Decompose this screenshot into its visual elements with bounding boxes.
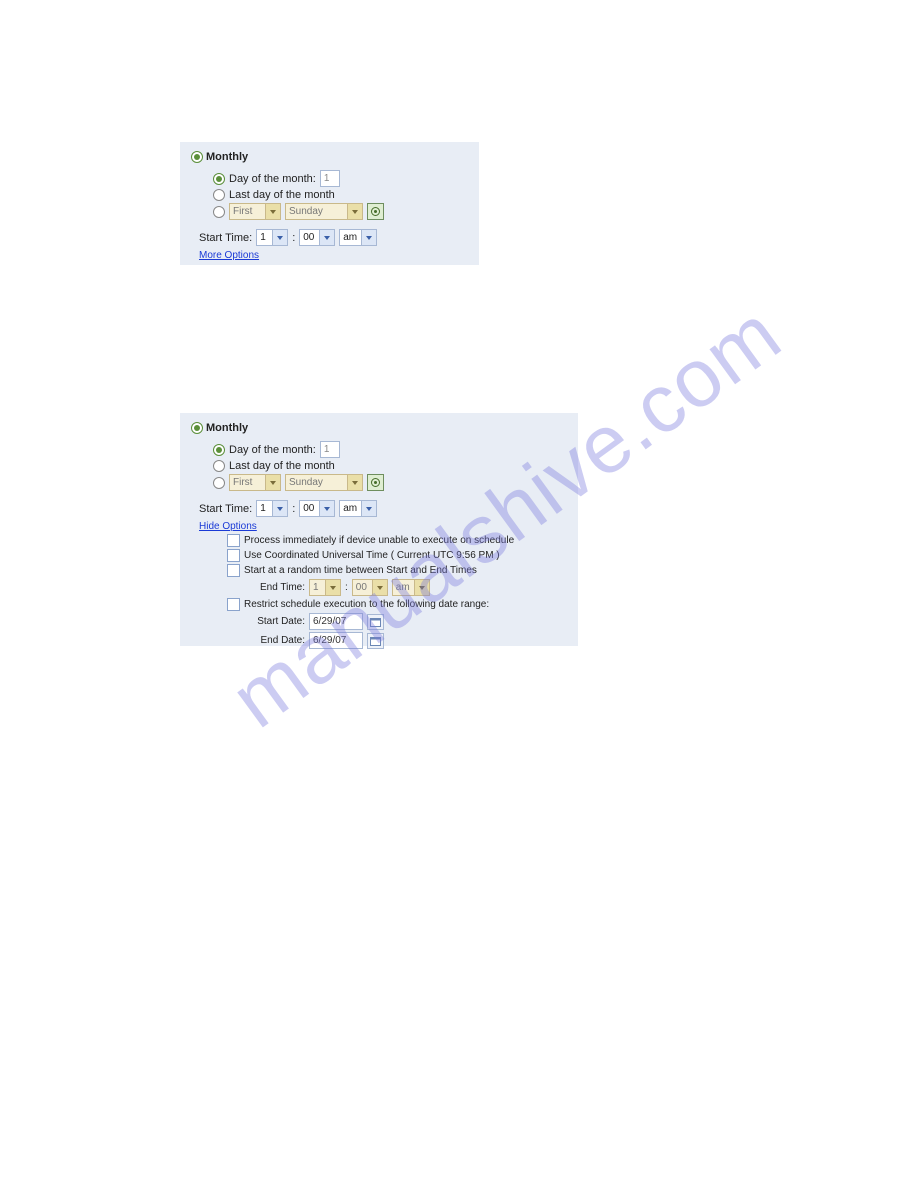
more-options-link[interactable]: More Options (199, 250, 259, 261)
panel-header: Monthly (191, 151, 468, 163)
monthly-radio[interactable] (191, 151, 203, 163)
chevron-down-icon (372, 580, 387, 595)
process-immediately-label: Process immediately if device unable to … (244, 535, 514, 546)
chevron-down-icon (272, 230, 287, 245)
hide-options-link[interactable]: Hide Options (199, 521, 257, 532)
end-date-row: End Date: 6/29/07 (249, 632, 567, 649)
minute-select[interactable]: 00 (299, 229, 335, 246)
use-utc-label: Use Coordinated Universal Time ( Current… (244, 550, 500, 561)
end-hour-select[interactable]: 1 (309, 579, 341, 596)
restrict-range-label: Restrict schedule execution to the follo… (244, 599, 489, 610)
ordinal-select[interactable]: First (229, 474, 281, 491)
chevron-down-icon (325, 580, 340, 595)
start-date-input[interactable]: 6/29/07 (309, 613, 363, 630)
last-day-row: Last day of the month (213, 460, 567, 472)
ordinal-day-row: First Sunday (213, 474, 567, 491)
chevron-down-icon (272, 501, 287, 516)
calendar-icon[interactable] (367, 614, 384, 630)
process-immediately-checkbox[interactable] (227, 534, 240, 547)
use-utc-row: Use Coordinated Universal Time ( Current… (227, 549, 567, 562)
weekday-select[interactable]: Sunday (285, 203, 363, 220)
last-day-label: Last day of the month (229, 460, 335, 472)
chevron-down-icon (265, 475, 280, 490)
chevron-down-icon (319, 501, 334, 516)
day-of-month-row: Day of the month: 1 (213, 170, 468, 187)
day-of-month-radio[interactable] (213, 173, 225, 185)
day-of-month-label: Day of the month: (229, 173, 316, 185)
start-date-row: Start Date: 6/29/07 (249, 613, 567, 630)
hour-select[interactable]: 1 (256, 500, 288, 517)
ordinal-day-row: First Sunday (213, 203, 468, 220)
ordinal-radio[interactable] (213, 206, 225, 218)
chevron-down-icon (319, 230, 334, 245)
end-ampm-select[interactable]: am (392, 579, 430, 596)
random-time-checkbox[interactable] (227, 564, 240, 577)
minute-select[interactable]: 00 (299, 500, 335, 517)
monthly-schedule-panel-collapsed: Monthly Day of the month: 1 Last day of … (180, 142, 479, 265)
hour-select[interactable]: 1 (256, 229, 288, 246)
restrict-range-checkbox[interactable] (227, 598, 240, 611)
process-immediately-row: Process immediately if device unable to … (227, 534, 567, 547)
random-time-row: Start at a random time between Start and… (227, 564, 567, 577)
use-utc-checkbox[interactable] (227, 549, 240, 562)
monthly-schedule-panel-expanded: Monthly Day of the month: 1 Last day of … (180, 413, 578, 646)
end-date-input[interactable]: 6/29/07 (309, 632, 363, 649)
ampm-select[interactable]: am (339, 229, 377, 246)
chevron-down-icon (361, 230, 376, 245)
ordinal-select[interactable]: First (229, 203, 281, 220)
panel-header: Monthly (191, 422, 567, 434)
end-minute-select[interactable]: 00 (352, 579, 388, 596)
calendar-icon[interactable] (367, 633, 384, 649)
day-of-month-radio[interactable] (213, 444, 225, 456)
weekday-select[interactable]: Sunday (285, 474, 363, 491)
chevron-down-icon (265, 204, 280, 219)
monthly-radio[interactable] (191, 422, 203, 434)
start-time-row: Start Time: 1 : 00 am (199, 500, 567, 517)
day-of-month-input[interactable]: 1 (320, 441, 340, 458)
last-day-label: Last day of the month (229, 189, 335, 201)
chevron-down-icon (347, 475, 362, 490)
last-day-radio[interactable] (213, 189, 225, 201)
chevron-down-icon (414, 580, 429, 595)
last-day-radio[interactable] (213, 460, 225, 472)
start-time-label: Start Time: (199, 232, 252, 244)
end-date-label: End Date: (249, 635, 305, 646)
target-icon[interactable] (367, 474, 384, 491)
restrict-range-row: Restrict schedule execution to the follo… (227, 598, 567, 611)
time-colon: : (345, 582, 348, 593)
end-time-row: End Time: 1 : 00 am (249, 579, 567, 596)
random-time-label: Start at a random time between Start and… (244, 565, 477, 576)
ampm-select[interactable]: am (339, 500, 377, 517)
panel-title: Monthly (206, 422, 248, 434)
day-of-month-label: Day of the month: (229, 444, 316, 456)
day-of-month-row: Day of the month: 1 (213, 441, 567, 458)
chevron-down-icon (347, 204, 362, 219)
target-icon[interactable] (367, 203, 384, 220)
start-time-row: Start Time: 1 : 00 am (199, 229, 468, 246)
start-date-label: Start Date: (249, 616, 305, 627)
day-of-month-input[interactable]: 1 (320, 170, 340, 187)
ordinal-radio[interactable] (213, 477, 225, 489)
time-colon: : (292, 503, 295, 515)
chevron-down-icon (361, 501, 376, 516)
start-time-label: Start Time: (199, 503, 252, 515)
time-colon: : (292, 232, 295, 244)
last-day-row: Last day of the month (213, 189, 468, 201)
panel-title: Monthly (206, 151, 248, 163)
end-time-label: End Time: (249, 582, 305, 593)
